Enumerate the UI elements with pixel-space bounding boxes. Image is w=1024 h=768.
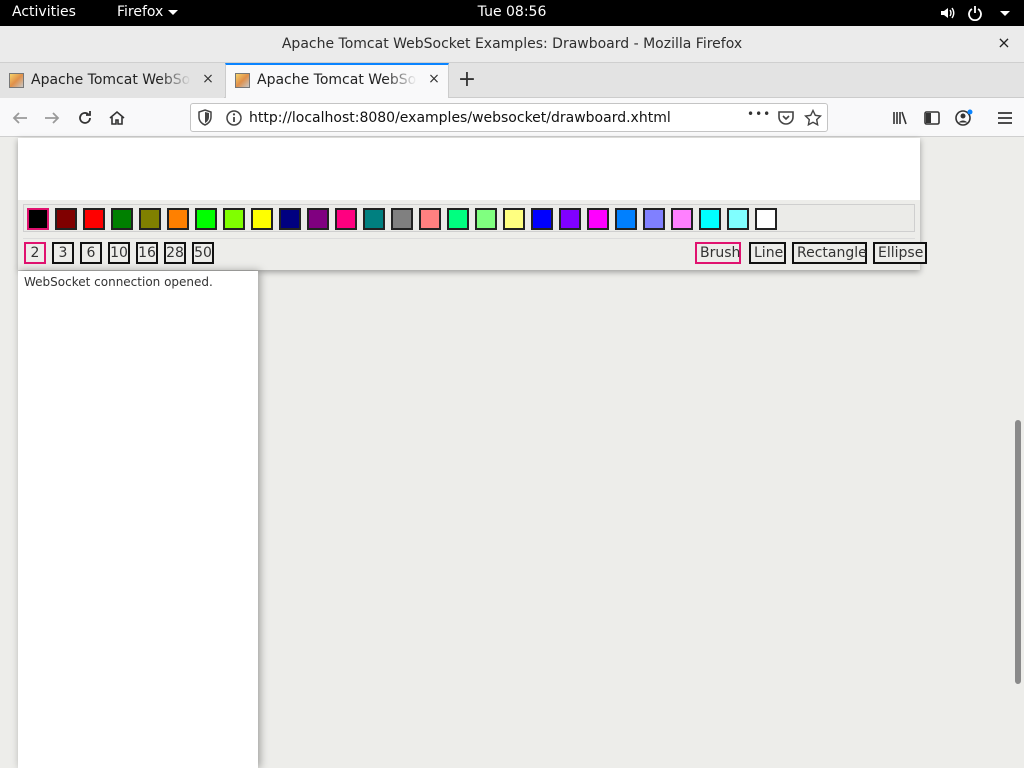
caret-down-icon [168, 9, 179, 15]
volume-icon [941, 7, 955, 19]
color-swatch[interactable] [27, 208, 49, 230]
color-swatch[interactable] [699, 208, 721, 230]
tab-close-icon[interactable]: × [426, 71, 442, 89]
activities-button[interactable]: Activities [12, 4, 76, 20]
console-message: WebSocket connection opened. [24, 275, 213, 289]
tomcat-favicon-icon [9, 73, 24, 88]
tab-strip: Apache Tomcat WebSocket Examples: Drawbo… [0, 63, 1024, 99]
drawboard-panel: 2 3 6 10 16 28 50 Brush Line Rectangle Ellipse [18, 138, 927, 270]
tab-label: Apache Tomcat WebSocket Examples: Drawbo… [257, 72, 417, 88]
color-swatch[interactable] [83, 208, 105, 230]
caret-down-icon [1000, 10, 1010, 16]
tool-options-row: 2 3 6 10 16 28 50 Brush Line Rectangle Ellipse [23, 238, 927, 266]
tracking-protection-shield-icon[interactable] [197, 109, 213, 127]
color-swatch[interactable] [279, 208, 301, 230]
color-swatch[interactable] [755, 208, 777, 230]
sidebar-icon [924, 111, 940, 125]
tool-button-rectangle[interactable]: Rectangle [792, 242, 867, 264]
tomcat-favicon-icon [235, 73, 250, 88]
color-swatch[interactable] [195, 208, 217, 230]
tool-button-brush[interactable]: Brush [695, 242, 741, 264]
clock[interactable]: Tue 08:56 [478, 4, 547, 20]
color-swatch[interactable] [363, 208, 385, 230]
arrow-right-icon [45, 112, 60, 124]
vertical-scrollbar[interactable] [1012, 138, 1024, 768]
sidebar-button[interactable] [918, 104, 946, 132]
arrow-left-icon [12, 112, 27, 124]
hamburger-menu-icon [998, 112, 1012, 124]
reload-button[interactable] [71, 104, 99, 132]
thickness-button[interactable]: 3 [52, 242, 74, 264]
gnome-top-bar: Activities Firefox Tue 08:56 [0, 0, 1024, 26]
color-swatch[interactable] [587, 208, 609, 230]
page-actions-menu-icon[interactable]: ••• [747, 107, 771, 121]
home-button[interactable] [103, 104, 131, 132]
color-swatch[interactable] [251, 208, 273, 230]
pocket-icon[interactable] [777, 109, 795, 127]
console-log: WebSocket connection opened. [18, 271, 258, 768]
library-button[interactable] [886, 104, 914, 132]
color-swatch[interactable] [55, 208, 77, 230]
window-title: Apache Tomcat WebSocket Examples: Drawbo… [281, 36, 743, 52]
status-area[interactable] [939, 5, 1010, 21]
color-swatch[interactable] [643, 208, 665, 230]
bookmark-star-icon[interactable] [804, 109, 822, 127]
forward-button[interactable] [38, 104, 66, 132]
back-button[interactable] [6, 104, 34, 132]
color-swatch[interactable] [223, 208, 245, 230]
color-swatch[interactable] [671, 208, 693, 230]
url-text[interactable]: http://localhost:8080/examples/websocket… [249, 110, 671, 126]
color-swatch[interactable] [391, 208, 413, 230]
thickness-button[interactable]: 10 [108, 242, 130, 264]
color-swatch[interactable] [167, 208, 189, 230]
drawing-canvas[interactable] [18, 138, 920, 200]
color-swatch[interactable] [615, 208, 637, 230]
thickness-button[interactable]: 2 [24, 242, 46, 264]
account-button[interactable] [950, 104, 978, 132]
thickness-button[interactable]: 50 [192, 242, 214, 264]
window-close-button[interactable]: × [994, 33, 1014, 53]
color-swatch[interactable] [503, 208, 525, 230]
power-icon [968, 6, 982, 21]
color-swatch[interactable] [475, 208, 497, 230]
tab-drawboard-2[interactable]: Apache Tomcat WebSocket Examples: Drawbo… [225, 63, 449, 99]
app-menu-label: Firefox [117, 4, 164, 20]
thickness-button[interactable]: 6 [80, 242, 102, 264]
site-info-icon[interactable] [225, 109, 243, 127]
new-tab-button[interactable]: + [455, 67, 479, 93]
color-swatch[interactable] [727, 208, 749, 230]
color-swatch[interactable] [531, 208, 553, 230]
tab-label: Apache Tomcat WebSocket Examples: Drawbo… [31, 72, 191, 88]
tool-button-line[interactable]: Line [749, 242, 786, 264]
thickness-button[interactable]: 28 [164, 242, 186, 264]
home-icon [109, 110, 125, 125]
tool-button-ellipse[interactable]: Ellipse [873, 242, 927, 264]
thickness-button[interactable]: 16 [136, 242, 158, 264]
account-icon [955, 109, 973, 126]
color-swatch[interactable] [447, 208, 469, 230]
app-menu[interactable]: Firefox [117, 4, 179, 20]
color-swatch[interactable] [559, 208, 581, 230]
window-title-bar: Apache Tomcat WebSocket Examples: Drawbo… [0, 26, 1024, 63]
navigation-toolbar: http://localhost:8080/examples/websocket… [0, 98, 1024, 137]
color-swatch[interactable] [139, 208, 161, 230]
url-bar[interactable]: http://localhost:8080/examples/websocket… [190, 103, 828, 132]
color-palette [23, 204, 915, 232]
menu-button[interactable] [991, 104, 1019, 132]
color-swatch[interactable] [111, 208, 133, 230]
page-content: 2 3 6 10 16 28 50 Brush Line Rectangle Ellipse We… [0, 138, 1012, 768]
color-swatch[interactable] [335, 208, 357, 230]
scrollbar-thumb[interactable] [1015, 420, 1021, 684]
tab-drawboard-1[interactable]: Apache Tomcat WebSocket Examples: Drawbo… [0, 63, 224, 98]
color-swatch[interactable] [419, 208, 441, 230]
tab-close-icon[interactable]: × [200, 71, 216, 89]
color-swatch[interactable] [307, 208, 329, 230]
reload-icon [79, 111, 91, 124]
library-icon [893, 111, 907, 125]
